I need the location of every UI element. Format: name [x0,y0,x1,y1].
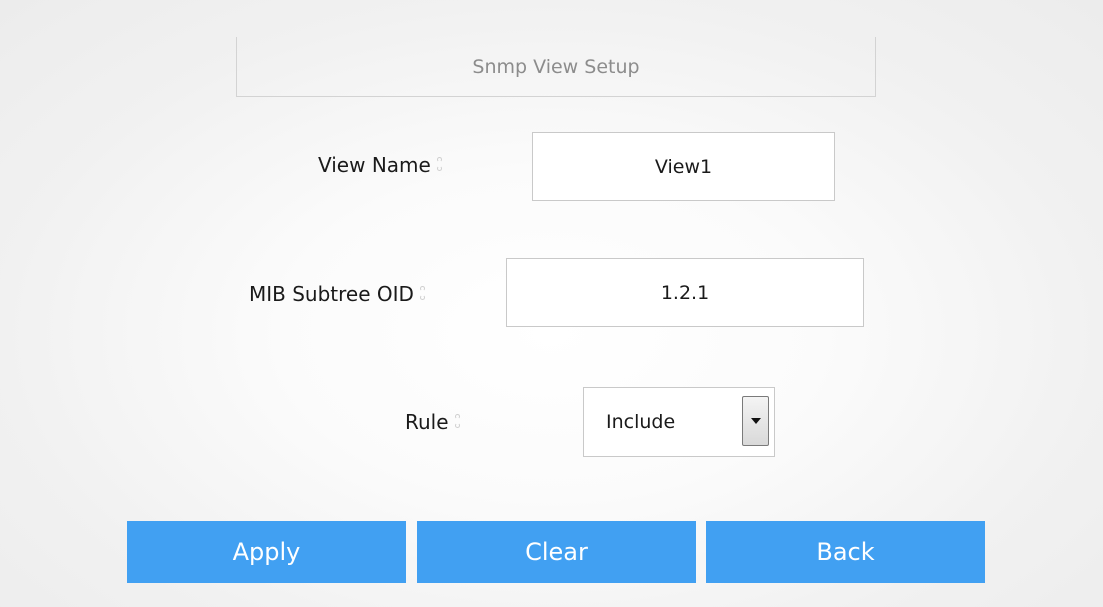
rule-label: Rule [405,410,449,434]
page-title: Snmp View Setup [472,55,640,78]
rule-select[interactable]: Include [583,387,775,457]
mib-subtree-oid-input[interactable] [506,258,864,327]
view-name-input[interactable] [532,132,835,201]
required-icon [418,286,428,302]
mib-subtree-oid-label-row: MIB Subtree OID [249,282,428,306]
section-header: Snmp View Setup [236,37,876,97]
required-icon [453,414,463,430]
required-icon [435,157,445,173]
back-button[interactable]: Back [706,521,985,583]
mib-subtree-oid-label: MIB Subtree OID [249,282,414,306]
rule-label-row: Rule [405,410,463,434]
dropdown-button[interactable] [742,396,769,446]
clear-button[interactable]: Clear [417,521,696,583]
view-name-label: View Name [318,153,431,177]
chevron-down-icon [750,418,761,424]
view-name-label-row: View Name [318,153,445,177]
rule-selected-value: Include [606,411,676,433]
apply-button[interactable]: Apply [127,521,406,583]
